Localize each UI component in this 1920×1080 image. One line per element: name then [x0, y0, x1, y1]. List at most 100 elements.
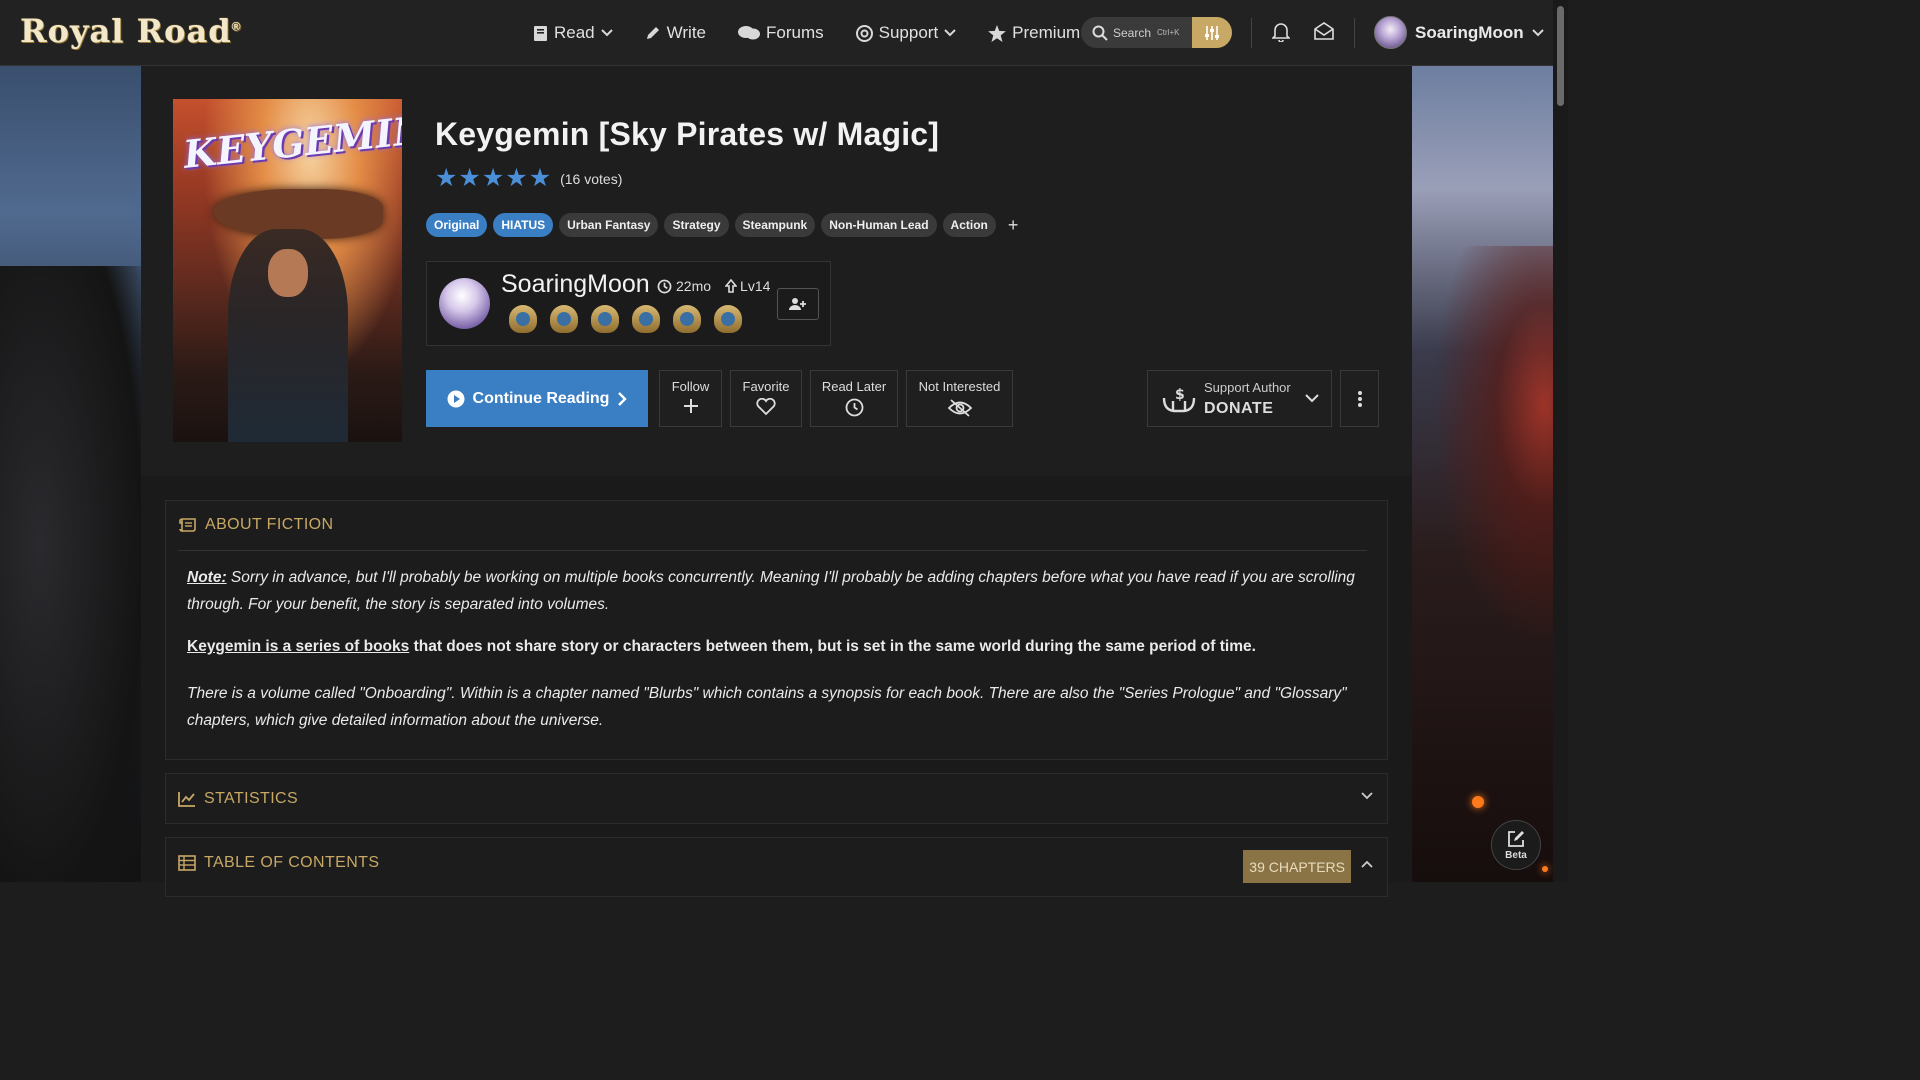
statistics-heading: STATISTICS	[178, 790, 298, 808]
lifebuoy-icon	[855, 24, 873, 42]
user-menu[interactable]: SoaringMoon	[1374, 16, 1544, 49]
about-fiction-title: ABOUT FICTION	[205, 516, 334, 533]
star-icon	[988, 24, 1007, 42]
notifications-button[interactable]	[1271, 22, 1291, 47]
chevron-down-icon	[1305, 394, 1319, 403]
nav-links: Read Write Forums Support Premium	[533, 0, 1112, 66]
page-scrollbar[interactable]	[1553, 0, 1568, 882]
line-chart-icon	[178, 792, 195, 807]
tag-original[interactable]: Original	[426, 213, 488, 237]
statistics-panel[interactable]: STATISTICS	[165, 773, 1388, 824]
sliders-icon	[1205, 25, 1219, 40]
achievement-badge-icon[interactable]	[509, 305, 537, 333]
fiction-description: Note: Sorry in advance, but I'll probabl…	[187, 564, 1357, 749]
nav-premium-label: Premium	[1012, 23, 1081, 42]
tag-action[interactable]: Action	[942, 213, 996, 237]
vote-count: (16 votes)	[560, 170, 623, 187]
author-age-label: 22mo	[676, 278, 712, 294]
nav-read[interactable]: Read	[533, 23, 613, 43]
search-icon	[1092, 25, 1108, 41]
continue-reading-button[interactable]: Continue Reading	[426, 370, 648, 427]
author-name[interactable]: SoaringMoon	[501, 270, 650, 299]
nav-divider	[1251, 18, 1252, 48]
nav-premium[interactable]: Premium	[988, 23, 1080, 43]
logo-mark: ®	[231, 19, 242, 34]
author-level-label: Lv14	[740, 278, 771, 294]
series-link[interactable]: Keygemin is a series of books	[187, 638, 409, 655]
tag-hiatus[interactable]: HIATUS	[493, 213, 554, 237]
chevron-up-icon[interactable]	[1361, 860, 1373, 868]
clock-icon	[845, 398, 863, 417]
chevron-down-icon[interactable]	[1361, 792, 1373, 800]
continue-reading-label: Continue Reading	[472, 389, 610, 407]
achievement-badge-icon[interactable]	[632, 305, 660, 333]
user-name: SoaringMoon	[1415, 22, 1524, 42]
nav-forums-label: Forums	[766, 23, 824, 42]
plus-icon	[683, 399, 698, 413]
donate-button[interactable]: $ Support Author DONATE	[1147, 370, 1332, 427]
chevron-down-icon	[600, 29, 613, 37]
series-text: that does not share story or characters …	[409, 638, 1256, 655]
top-navigation: Royal Road® Read Write Forums Support Pr…	[0, 0, 1553, 66]
pencil-icon	[646, 27, 659, 39]
tag-urban-fantasy[interactable]: Urban Fantasy	[559, 213, 659, 237]
tag-non-human-lead[interactable]: Non-Human Lead	[821, 213, 937, 237]
follow-button[interactable]: Follow	[659, 370, 722, 427]
search-filter-button[interactable]	[1192, 17, 1232, 48]
search-input[interactable]: Search Ctrl+K	[1081, 17, 1232, 48]
nav-read-label: Read	[554, 23, 595, 42]
beta-feedback-button[interactable]: Beta	[1491, 820, 1541, 870]
author-meta: 22mo Lv14	[657, 278, 770, 294]
achievement-badge-icon[interactable]	[673, 305, 701, 333]
clock-icon	[657, 279, 672, 293]
tag-list: Original HIATUS Urban Fantasy Strategy S…	[426, 213, 1018, 237]
level-up-icon	[725, 279, 738, 293]
about-fiction-heading: ABOUT FICTION	[178, 516, 333, 534]
show-more-tags-button[interactable]: +	[1008, 215, 1019, 236]
star-icon: ★	[435, 164, 458, 192]
svg-text:$: $	[1175, 387, 1185, 403]
chevron-down-icon	[1531, 28, 1544, 36]
star-icon: ★	[481, 164, 505, 192]
edit-square-icon	[1508, 830, 1524, 847]
author-avatar[interactable]	[439, 278, 490, 329]
scrollbar-thumb[interactable]	[1557, 6, 1564, 106]
toc-heading: TABLE OF CONTENTS	[178, 854, 379, 872]
description-volumes: There is a volume called "Onboarding". W…	[187, 685, 1347, 729]
support-author-label: Support Author	[1204, 380, 1291, 395]
eye-slash-icon	[947, 399, 972, 417]
ellipsis-vertical-icon	[1357, 390, 1362, 407]
fiction-header: KEYGEMIN Keygemin [Sky Pirates w/ Magic]…	[141, 66, 1412, 476]
about-fiction-panel: ABOUT FICTION Note: Sorry in advance, bu…	[165, 500, 1388, 760]
favorite-button[interactable]: Favorite	[730, 370, 802, 427]
messages-button[interactable]	[1314, 22, 1334, 45]
achievement-badge-icon[interactable]	[714, 305, 742, 333]
scroll-icon	[179, 518, 196, 532]
logo-text: Royal Road	[20, 12, 232, 50]
follow-label: Follow	[671, 379, 710, 394]
follow-author-button[interactable]	[777, 288, 819, 320]
cover-image[interactable]: KEYGEMIN	[173, 99, 402, 442]
description-note: Note: Sorry in advance, but I'll probabl…	[187, 564, 1357, 618]
not-interested-button[interactable]: Not Interested	[906, 370, 1013, 427]
achievement-badge-icon[interactable]	[550, 305, 578, 333]
fiction-page: KEYGEMIN Keygemin [Sky Pirates w/ Magic]…	[141, 66, 1412, 897]
note-label: Note:	[187, 569, 227, 586]
description-series: Keygemin is a series of books that does …	[187, 633, 1357, 660]
user-plus-icon	[789, 298, 806, 310]
more-options-button[interactable]	[1340, 370, 1379, 427]
tag-strategy[interactable]: Strategy	[664, 213, 729, 237]
nav-support[interactable]: Support	[855, 23, 957, 43]
read-later-button[interactable]: Read Later	[810, 370, 898, 427]
star-icon: ★	[458, 164, 481, 192]
nav-forums[interactable]: Forums	[738, 23, 824, 43]
not-interested-label: Not Interested	[918, 379, 1001, 394]
rating: ★ ★ ★ ★ ★ (16 votes)	[435, 166, 622, 191]
site-logo[interactable]: Royal Road®	[20, 12, 241, 50]
star-icon: ★	[528, 164, 552, 192]
achievement-badge-icon[interactable]	[591, 305, 619, 333]
table-of-contents-panel[interactable]: TABLE OF CONTENTS 39 CHAPTERS	[165, 837, 1388, 897]
nav-write[interactable]: Write	[645, 23, 706, 43]
nav-write-label: Write	[666, 23, 706, 42]
tag-steampunk[interactable]: Steampunk	[734, 213, 816, 237]
